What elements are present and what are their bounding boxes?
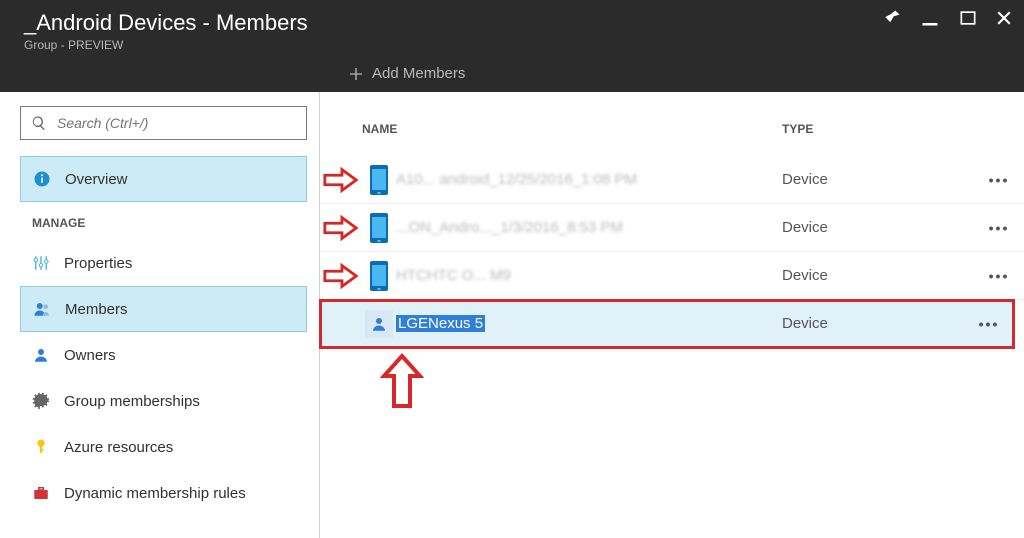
- device-type: Device: [782, 315, 964, 332]
- add-members-label: Add Members: [372, 65, 465, 82]
- blade-header: _Android Devices - Members Group - PREVI…: [0, 0, 1024, 92]
- device-icon: [362, 213, 396, 243]
- sidebar-item-label: Azure resources: [64, 439, 173, 456]
- briefcase-icon: [32, 484, 50, 502]
- gear-icon: [32, 392, 50, 410]
- device-name: LGENexus 5: [396, 315, 782, 332]
- sliders-icon: [32, 254, 50, 272]
- row-menu-button[interactable]: •••: [974, 172, 1024, 188]
- maximize-icon[interactable]: [958, 8, 978, 28]
- sidebar-item-label: Dynamic membership rules: [64, 485, 246, 502]
- col-header-name[interactable]: NAME: [362, 122, 782, 136]
- table-row[interactable]: A10... android_12/25/2016_1:08 PM Device…: [320, 156, 1024, 204]
- device-icon: [362, 261, 396, 291]
- sidebar: Overview MANAGE Properties Members Owner…: [0, 92, 320, 538]
- device-name: A10... android_12/25/2016_1:08 PM: [396, 171, 782, 188]
- row-menu-button[interactable]: •••: [974, 268, 1024, 284]
- info-icon: [33, 170, 51, 188]
- annotation-arrow-up: [380, 353, 424, 409]
- device-type: Device: [782, 171, 974, 188]
- close-icon[interactable]: [994, 8, 1014, 28]
- sidebar-item-label: Owners: [64, 347, 116, 364]
- sidebar-item-dynamic-rules[interactable]: Dynamic membership rules: [20, 470, 307, 516]
- search-input[interactable]: [57, 115, 296, 131]
- table-header: NAME TYPE: [320, 92, 1024, 156]
- sidebar-item-label: Properties: [64, 255, 132, 272]
- annotation-arrow: [322, 166, 360, 194]
- add-members-button[interactable]: Add Members: [348, 65, 465, 82]
- owners-icon: [32, 346, 50, 364]
- sidebar-item-members[interactable]: Members: [20, 286, 307, 332]
- pin-icon[interactable]: [882, 8, 902, 28]
- user-icon: [362, 310, 396, 338]
- device-type: Device: [782, 219, 974, 236]
- device-type: Device: [782, 267, 974, 284]
- manage-section-label: MANAGE: [20, 202, 307, 240]
- plus-icon: [348, 66, 364, 82]
- table-row[interactable]: ...ON_Andro..._1/3/2016_8:53 PM Device •…: [320, 204, 1024, 252]
- members-icon: [33, 300, 51, 318]
- key-icon: [32, 438, 50, 456]
- col-header-type[interactable]: TYPE: [782, 122, 1024, 136]
- row-menu-button[interactable]: •••: [964, 316, 1014, 332]
- minimize-icon[interactable]: [918, 8, 942, 28]
- device-icon: [362, 165, 396, 195]
- page-subtitle: Group - PREVIEW: [0, 38, 1024, 52]
- sidebar-item-label: Members: [65, 301, 128, 318]
- sidebar-item-label: Group memberships: [64, 393, 200, 410]
- table-row[interactable]: HTCHTC O... M9 Device •••: [320, 252, 1024, 300]
- table-row-highlighted[interactable]: LGENexus 5 Device •••: [320, 300, 1014, 348]
- sidebar-item-overview[interactable]: Overview: [20, 156, 307, 202]
- sidebar-item-properties[interactable]: Properties: [20, 240, 307, 286]
- annotation-arrow: [322, 214, 360, 242]
- sidebar-item-group-memberships[interactable]: Group memberships: [20, 378, 307, 424]
- sidebar-item-label: Overview: [65, 171, 128, 188]
- search-icon: [31, 115, 47, 131]
- device-name: ...ON_Andro..._1/3/2016_8:53 PM: [396, 219, 782, 236]
- search-box[interactable]: [20, 106, 307, 140]
- device-name: HTCHTC O... M9: [396, 267, 782, 284]
- row-menu-button[interactable]: •••: [974, 220, 1024, 236]
- window-controls: [882, 8, 1014, 28]
- page-title: _Android Devices - Members: [24, 10, 308, 36]
- main-content: NAME TYPE A10... android_12/25/2016_1:08…: [320, 92, 1024, 538]
- sidebar-item-azure-resources[interactable]: Azure resources: [20, 424, 307, 470]
- sidebar-item-owners[interactable]: Owners: [20, 332, 307, 378]
- annotation-arrow: [322, 262, 360, 290]
